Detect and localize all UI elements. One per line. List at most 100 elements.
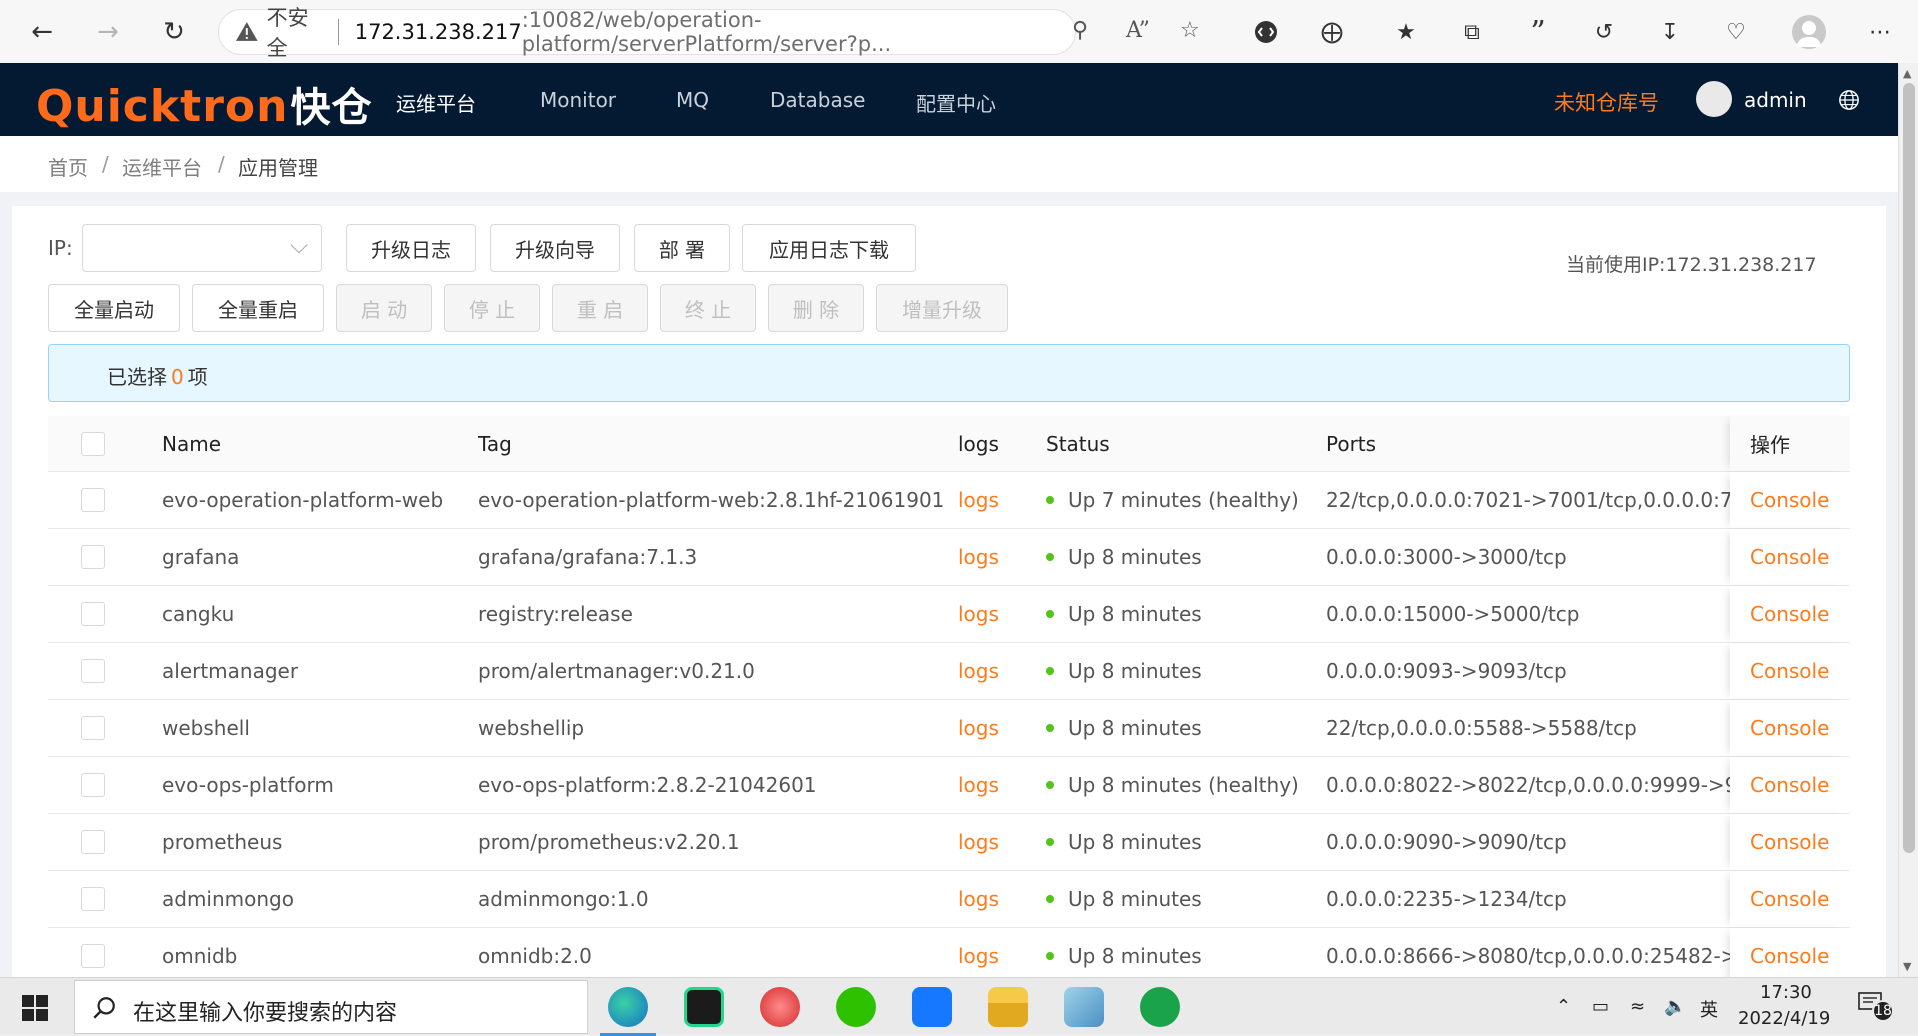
logs-link[interactable]: logs — [958, 472, 1038, 528]
console-link[interactable]: Console — [1730, 529, 1850, 585]
terminate-button[interactable]: 终 止 — [660, 284, 756, 332]
container-ports: 0.0.0.0:9093->9093/tcp — [1326, 659, 1567, 683]
row-checkbox[interactable] — [81, 659, 105, 683]
refresh-icon[interactable]: ↻ — [156, 14, 192, 50]
breadcrumb-home[interactable]: 首页 — [48, 152, 88, 181]
console-link[interactable]: Console — [1730, 643, 1850, 699]
logs-link[interactable]: logs — [958, 643, 1038, 699]
row-checkbox[interactable] — [81, 545, 105, 569]
row-checkbox[interactable] — [81, 944, 105, 968]
logs-link[interactable]: logs — [958, 586, 1038, 642]
start-all-button[interactable]: 全量启动 — [48, 284, 180, 332]
container-name: prometheus — [162, 830, 283, 854]
console-link[interactable]: Console — [1730, 814, 1850, 870]
wechat-icon[interactable] — [836, 987, 876, 1027]
logs-link[interactable]: logs — [958, 529, 1038, 585]
page-scrollbar[interactable]: ▲ ▼ — [1898, 63, 1918, 977]
console-link[interactable]: Console — [1730, 757, 1850, 813]
clock-time[interactable]: 17:30 — [1760, 982, 1812, 1003]
breadcrumb-ops-platform[interactable]: 运维平台 — [122, 152, 202, 181]
windows-start-icon[interactable] — [22, 995, 48, 1021]
language-globe-icon[interactable] — [1838, 89, 1860, 111]
tray-chevron-up-icon[interactable]: ⌃ — [1556, 996, 1571, 1017]
row-checkbox[interactable] — [81, 716, 105, 740]
profile-icon[interactable] — [1792, 15, 1826, 49]
column-name[interactable]: Name — [162, 416, 462, 471]
edge-browser-icon[interactable] — [600, 987, 656, 1036]
logs-link[interactable]: logs — [958, 871, 1038, 927]
console-link[interactable]: Console — [1730, 928, 1850, 984]
row-checkbox[interactable] — [81, 773, 105, 797]
logs-link[interactable]: logs — [958, 757, 1038, 813]
notification-center-icon[interactable]: 18 — [1858, 992, 1894, 1022]
row-checkbox[interactable] — [81, 887, 105, 911]
restart-all-button[interactable]: 全量重启 — [192, 284, 324, 332]
favorites-icon[interactable]: ★ — [1390, 16, 1422, 48]
console-link[interactable]: Console — [1730, 472, 1850, 528]
menu-ops-platform[interactable]: 运维平台 — [396, 88, 476, 117]
username[interactable]: admin — [1744, 88, 1807, 112]
warehouse-selector[interactable]: 未知仓库号 — [1554, 87, 1659, 117]
ime-indicator[interactable]: 英 — [1700, 996, 1718, 1022]
forward-arrow-icon[interactable]: → — [90, 14, 126, 50]
wifi-icon[interactable]: ≈ — [1630, 996, 1645, 1017]
container-ports: 0.0.0.0:2235->1234/tcp — [1326, 887, 1567, 911]
start-button[interactable]: 启 动 — [336, 284, 432, 332]
performance-icon[interactable]: ♡ — [1720, 16, 1752, 48]
quote-icon[interactable]: ” — [1522, 15, 1554, 50]
upgrade-log-button[interactable]: 升级日志 — [346, 224, 476, 272]
download-app-log-button[interactable]: 应用日志下载 — [742, 224, 916, 272]
pycharm-icon[interactable] — [684, 987, 724, 1027]
menu-monitor[interactable]: Monitor — [540, 88, 616, 112]
delete-button[interactable]: 删 除 — [768, 284, 864, 332]
green-app-icon[interactable] — [1140, 987, 1180, 1027]
row-checkbox[interactable] — [81, 830, 105, 854]
row-checkbox[interactable] — [81, 602, 105, 626]
stop-button[interactable]: 停 止 — [444, 284, 540, 332]
logs-link[interactable]: logs — [958, 928, 1038, 984]
key-icon[interactable]: ⚲ — [1072, 18, 1088, 43]
restart-button[interactable]: 重 启 — [552, 284, 648, 332]
volume-icon[interactable]: 🔈 — [1664, 996, 1686, 1017]
collections-icon[interactable]: ⧉ — [1456, 16, 1488, 48]
clock-date[interactable]: 2022/4/19 — [1738, 1008, 1830, 1029]
status-text: Up 8 minutes — [1068, 887, 1202, 911]
extension-code-icon[interactable] — [1250, 16, 1282, 48]
history-icon[interactable]: ↺ — [1588, 16, 1620, 48]
select-all-checkbox[interactable] — [81, 431, 105, 456]
breadcrumb-current: 应用管理 — [238, 156, 318, 180]
snail-app-icon[interactable] — [760, 987, 800, 1027]
add-favorite-icon[interactable]: ☆ — [1180, 18, 1200, 43]
logs-link[interactable]: logs — [958, 814, 1038, 870]
avatar[interactable] — [1696, 81, 1732, 117]
console-link[interactable]: Console — [1730, 586, 1850, 642]
back-arrow-icon[interactable]: ← — [24, 14, 60, 50]
deploy-button[interactable]: 部 署 — [634, 224, 730, 272]
row-checkbox[interactable] — [81, 488, 105, 512]
column-status[interactable]: Status — [1046, 416, 1316, 471]
notepad-app-icon[interactable] — [1064, 987, 1104, 1027]
battery-icon[interactable]: ▭ — [1592, 996, 1609, 1017]
feishu-icon[interactable] — [912, 987, 952, 1027]
more-menu-icon[interactable]: ⋯ — [1864, 16, 1896, 48]
menu-config-center[interactable]: 配置中心 — [916, 88, 996, 117]
scroll-down-icon[interactable]: ▼ — [1903, 960, 1911, 973]
incremental-upgrade-button[interactable]: 增量升级 — [876, 284, 1008, 332]
taskbar-search-input[interactable]: 在这里输入你要搜索的内容 — [74, 980, 588, 1034]
console-link[interactable]: Console — [1730, 700, 1850, 756]
quicktron-logo[interactable]: Quicktron快仓 — [36, 75, 372, 133]
address-bar[interactable]: 不安全 172.31.238.217:10082/web/operation-p… — [218, 6, 1076, 60]
upgrade-wizard-button[interactable]: 升级向导 — [490, 224, 620, 272]
menu-mq[interactable]: MQ — [676, 88, 709, 112]
column-tag[interactable]: Tag — [478, 416, 948, 471]
download-icon[interactable]: ↧ — [1654, 16, 1686, 48]
puzzle-icon[interactable]: ⨁ — [1316, 16, 1348, 48]
file-explorer-icon[interactable] — [988, 987, 1028, 1027]
logs-link[interactable]: logs — [958, 700, 1038, 756]
read-aloud-icon[interactable]: A” — [1126, 18, 1150, 43]
console-link[interactable]: Console — [1730, 871, 1850, 927]
scroll-up-icon[interactable]: ▲ — [1903, 67, 1911, 80]
ip-select[interactable] — [82, 224, 322, 272]
scroll-thumb[interactable] — [1903, 83, 1915, 853]
menu-database[interactable]: Database — [770, 88, 865, 112]
